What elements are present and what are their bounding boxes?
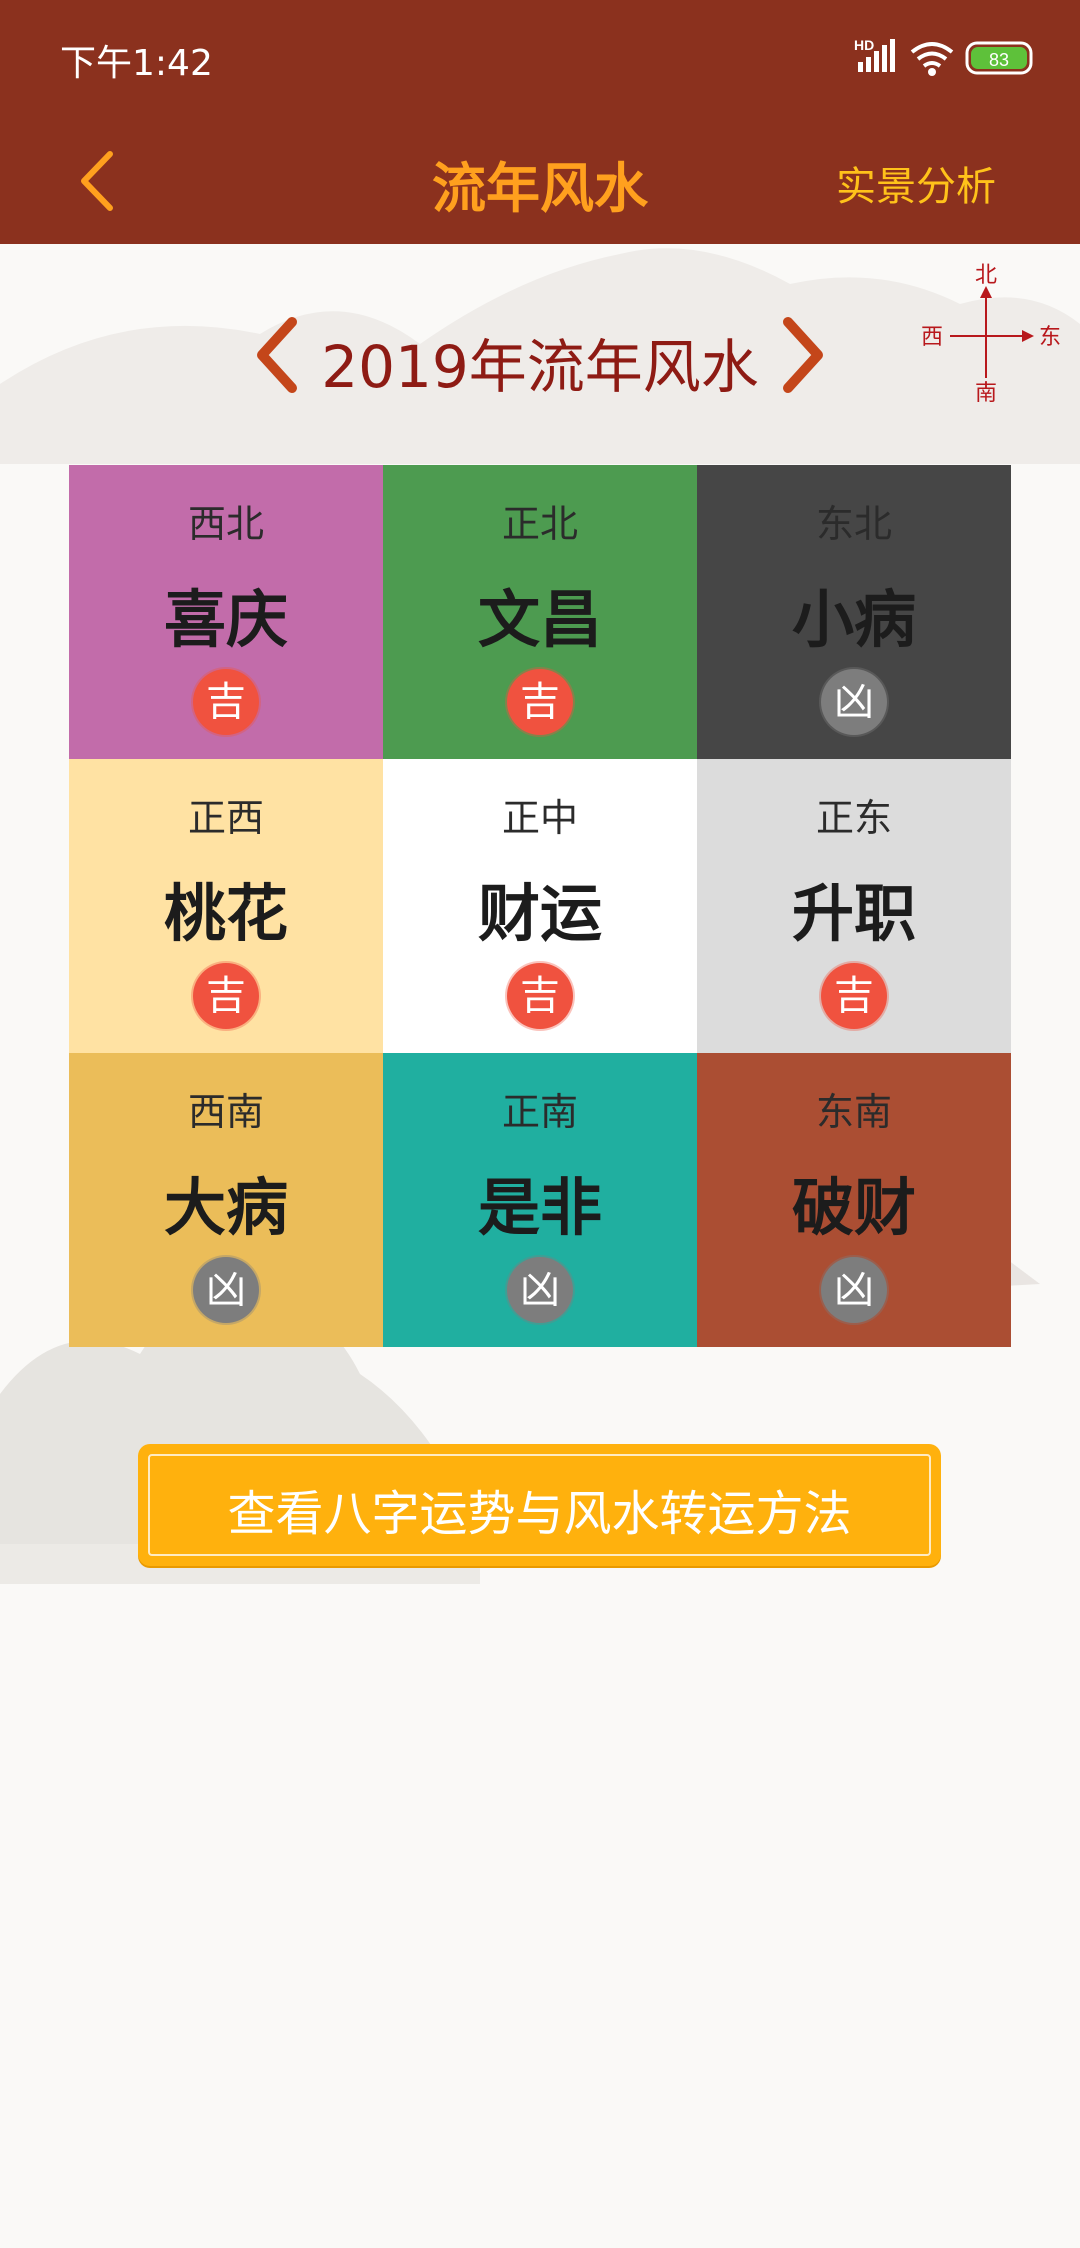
cell-direction: 西北 <box>187 502 264 546</box>
cell-direction: 正北 <box>501 502 578 546</box>
nav-bar: 流年风水 实景分析 <box>0 118 1080 244</box>
cell-direction: 正南 <box>501 1090 578 1134</box>
luck-badge: 吉 <box>193 963 259 1029</box>
cell-name: 升职 <box>791 877 916 950</box>
status-time: 下午1:42 <box>60 43 213 84</box>
cell-direction: 正西 <box>187 796 264 840</box>
cell-name: 喜庆 <box>163 583 288 656</box>
wifi-icon <box>910 42 954 76</box>
luck-badge: 凶 <box>821 1257 887 1323</box>
luck-badge: 吉 <box>193 669 259 735</box>
fengshui-grid: 西北 喜庆 吉 正北 文昌 吉 东北 小病 凶 正西 桃花 吉 正中 财运 吉 … <box>69 465 1011 1347</box>
grid-cell-southeast[interactable]: 东南 破财 凶 <box>697 1053 1011 1347</box>
battery-level: 83 <box>989 50 1009 70</box>
status-icons: HD 83 <box>854 37 1033 76</box>
grid-cell-east[interactable]: 正东 升职 吉 <box>697 759 1011 1053</box>
button-label: 查看八字运势与风水转运方法 <box>227 1486 852 1542</box>
compass-east: 东 <box>1039 325 1061 350</box>
cell-name: 桃花 <box>163 877 288 950</box>
back-button[interactable] <box>70 148 130 214</box>
signal-hd-label: HD <box>854 37 874 53</box>
next-year-button[interactable] <box>776 316 830 394</box>
cell-name: 是非 <box>477 1171 602 1244</box>
chevron-right-icon <box>783 317 823 393</box>
luck-badge: 凶 <box>821 669 887 735</box>
luck-badge: 吉 <box>507 669 573 735</box>
cell-direction: 正东 <box>815 796 892 840</box>
grid-cell-center[interactable]: 正中 财运 吉 <box>383 759 697 1053</box>
cell-direction: 正中 <box>501 796 578 840</box>
compass-south: 南 <box>975 381 997 406</box>
luck-badge: 凶 <box>193 1257 259 1323</box>
signal-icon: HD <box>854 37 895 72</box>
scene-analysis-button[interactable]: 实景分析 <box>836 154 996 212</box>
battery-icon: 83 <box>965 41 1033 75</box>
compass-north: 北 <box>975 263 997 288</box>
luck-badge: 吉 <box>821 963 887 1029</box>
cell-name: 文昌 <box>477 583 602 656</box>
grid-cell-southwest[interactable]: 西南 大病 凶 <box>69 1053 383 1347</box>
cell-direction: 东北 <box>815 502 892 546</box>
grid-cell-south[interactable]: 正南 是非 凶 <box>383 1053 697 1347</box>
compass-icon: 北 南 西 东 <box>921 263 1061 406</box>
cell-name: 财运 <box>477 877 602 950</box>
luck-badge: 凶 <box>507 1257 573 1323</box>
cell-name: 大病 <box>163 1171 288 1244</box>
cell-name: 小病 <box>791 583 916 656</box>
bazi-fortune-button[interactable]: 查看八字运势与风水转运方法 <box>138 1444 941 1566</box>
cell-name: 破财 <box>791 1171 916 1244</box>
cell-direction: 东南 <box>815 1090 892 1134</box>
grid-cell-northwest[interactable]: 西北 喜庆 吉 <box>69 465 383 759</box>
grid-cell-north[interactable]: 正北 文昌 吉 <box>383 465 697 759</box>
grid-cell-west[interactable]: 正西 桃花 吉 <box>69 759 383 1053</box>
compass-west: 西 <box>921 325 943 350</box>
chevron-left-icon <box>81 151 113 211</box>
status-bar: 下午1:42 HD 83 <box>0 0 1080 118</box>
luck-badge: 吉 <box>507 963 573 1029</box>
grid-cell-northeast[interactable]: 东北 小病 凶 <box>697 465 1011 759</box>
cell-direction: 西南 <box>187 1090 264 1134</box>
